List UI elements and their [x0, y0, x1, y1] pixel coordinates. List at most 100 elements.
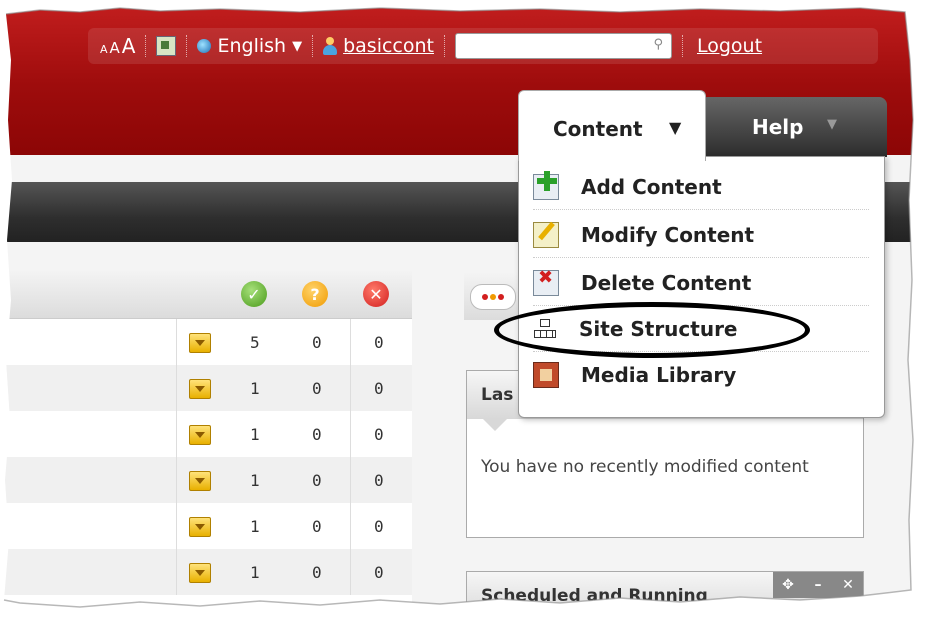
- dropdown-icon[interactable]: [189, 471, 211, 491]
- rejected-count: 0: [374, 425, 384, 444]
- dropdown-icon[interactable]: [189, 333, 211, 353]
- language-label: English: [217, 35, 287, 57]
- menu-item-modify-content[interactable]: Modify Content: [533, 213, 869, 258]
- pending-count: 0: [312, 425, 322, 444]
- divider: [350, 319, 351, 365]
- divider: [350, 365, 351, 411]
- globe-icon: [197, 39, 212, 53]
- search-icon[interactable]: ⚲: [653, 37, 663, 52]
- language-selector[interactable]: English ▼: [197, 35, 302, 57]
- divider: [681, 35, 683, 57]
- divider: [350, 411, 351, 457]
- panel-options-button[interactable]: [470, 284, 516, 310]
- rejected-count: 0: [374, 563, 384, 582]
- dropdown-icon[interactable]: [189, 379, 211, 399]
- menu-item-label: Add Content: [581, 175, 722, 199]
- divider: [443, 35, 445, 57]
- table-row: 1 0 0: [0, 457, 412, 503]
- status-dot: [498, 294, 504, 300]
- pending-count: 0: [312, 471, 322, 490]
- menu-item-media-library[interactable]: Media Library: [533, 353, 869, 397]
- divider: [350, 457, 351, 503]
- approved-count: 1: [250, 563, 260, 582]
- divider: [350, 503, 351, 549]
- divider: [176, 503, 177, 549]
- pending-count: 0: [312, 379, 322, 398]
- tab-help[interactable]: Help ▼: [700, 97, 887, 157]
- menu-item-label: Media Library: [581, 363, 737, 387]
- tab-help-label: Help: [752, 115, 804, 139]
- pending-count: 0: [312, 517, 322, 536]
- approved-count: 1: [250, 517, 260, 536]
- status-dot: [482, 294, 488, 300]
- divider: [176, 411, 177, 457]
- table-row: 1 0 0: [0, 503, 412, 549]
- user-icon: [323, 37, 338, 55]
- move-icon[interactable]: ✥: [773, 572, 803, 598]
- top-utility-bar: A A A English ▼ basiccont ⚲ Logout: [88, 28, 878, 64]
- empty-message: You have no recently modified content: [481, 457, 809, 477]
- content-status-panel: ✓ ? ✕ 5 0 0 1 0 0 1 0 0 1 0 0 1 0 0 1 0 …: [0, 270, 412, 625]
- search-input[interactable]: ⚲: [454, 33, 672, 59]
- divider: [350, 549, 351, 595]
- scheduled-panel: Scheduled and Running ✥ – ✕: [466, 571, 864, 625]
- close-icon[interactable]: ✕: [833, 572, 863, 598]
- media-library-icon: [533, 362, 559, 388]
- menu-item-add-content[interactable]: Add Content: [533, 165, 869, 210]
- rejected-status-icon: ✕: [363, 281, 389, 307]
- font-size-small[interactable]: A: [100, 43, 108, 56]
- approved-count: 1: [250, 471, 260, 490]
- divider: [186, 35, 188, 57]
- dropdown-icon[interactable]: [189, 563, 211, 583]
- menu-item-delete-content[interactable]: Delete Content: [533, 261, 869, 306]
- logout-link[interactable]: Logout: [697, 35, 762, 57]
- screenshot-frame: A A A English ▼ basiccont ⚲ Logout Help …: [0, 0, 925, 625]
- approved-count: 1: [250, 425, 260, 444]
- divider: [312, 35, 314, 57]
- menu-item-label: Modify Content: [581, 223, 755, 247]
- chevron-down-icon: ▼: [827, 117, 837, 132]
- table-row: 1 0 0: [0, 549, 412, 595]
- approved-count: 1: [250, 379, 260, 398]
- font-size-large[interactable]: A: [122, 34, 136, 58]
- tab-content-label: Content: [553, 117, 643, 141]
- approved-count: 5: [250, 333, 260, 352]
- rejected-count: 0: [374, 379, 384, 398]
- table-row: 1 0 0: [0, 411, 412, 457]
- panel-header: Scheduled and Running ✥ – ✕: [467, 572, 863, 620]
- rejected-count: 0: [374, 333, 384, 352]
- pending-status-icon: ?: [302, 281, 328, 307]
- divider: [176, 457, 177, 503]
- rejected-count: 0: [374, 517, 384, 536]
- menu-item-label: Delete Content: [581, 271, 752, 295]
- content-dropdown-menu: Add Content Modify Content Delete Conten…: [518, 156, 885, 418]
- rejected-count: 0: [374, 471, 384, 490]
- font-size-switcher[interactable]: A A A: [88, 34, 135, 58]
- table-row: 1 0 0: [0, 365, 412, 411]
- user-link[interactable]: basiccont: [323, 35, 434, 57]
- annotation-ellipse: [494, 302, 810, 358]
- dropdown-icon[interactable]: [189, 517, 211, 537]
- modify-content-icon: [533, 222, 559, 248]
- tab-content[interactable]: Content ▼: [518, 90, 706, 161]
- username[interactable]: basiccont: [343, 35, 434, 57]
- divider: [176, 319, 177, 365]
- dropdown-icon[interactable]: [189, 425, 211, 445]
- divider: [176, 549, 177, 595]
- status-table: 5 0 0 1 0 0 1 0 0 1 0 0 1 0 0 1 0 0: [0, 319, 412, 595]
- table-row: 5 0 0: [0, 319, 412, 365]
- divider: [176, 365, 177, 411]
- minimize-icon[interactable]: –: [803, 572, 833, 598]
- pending-count: 0: [312, 333, 322, 352]
- delete-content-icon: [533, 267, 559, 296]
- font-size-medium[interactable]: A: [110, 39, 120, 57]
- status-dot: [490, 294, 496, 300]
- panel-title: Scheduled and Running: [481, 586, 708, 606]
- divider: [145, 35, 147, 57]
- chevron-down-icon: ▼: [292, 38, 303, 54]
- chevron-down-icon: ▼: [669, 118, 682, 137]
- pending-count: 0: [312, 563, 322, 582]
- sitemap-icon[interactable]: [156, 36, 177, 56]
- panel-header: ✓ ? ✕: [0, 270, 412, 319]
- add-content-icon: [533, 174, 559, 200]
